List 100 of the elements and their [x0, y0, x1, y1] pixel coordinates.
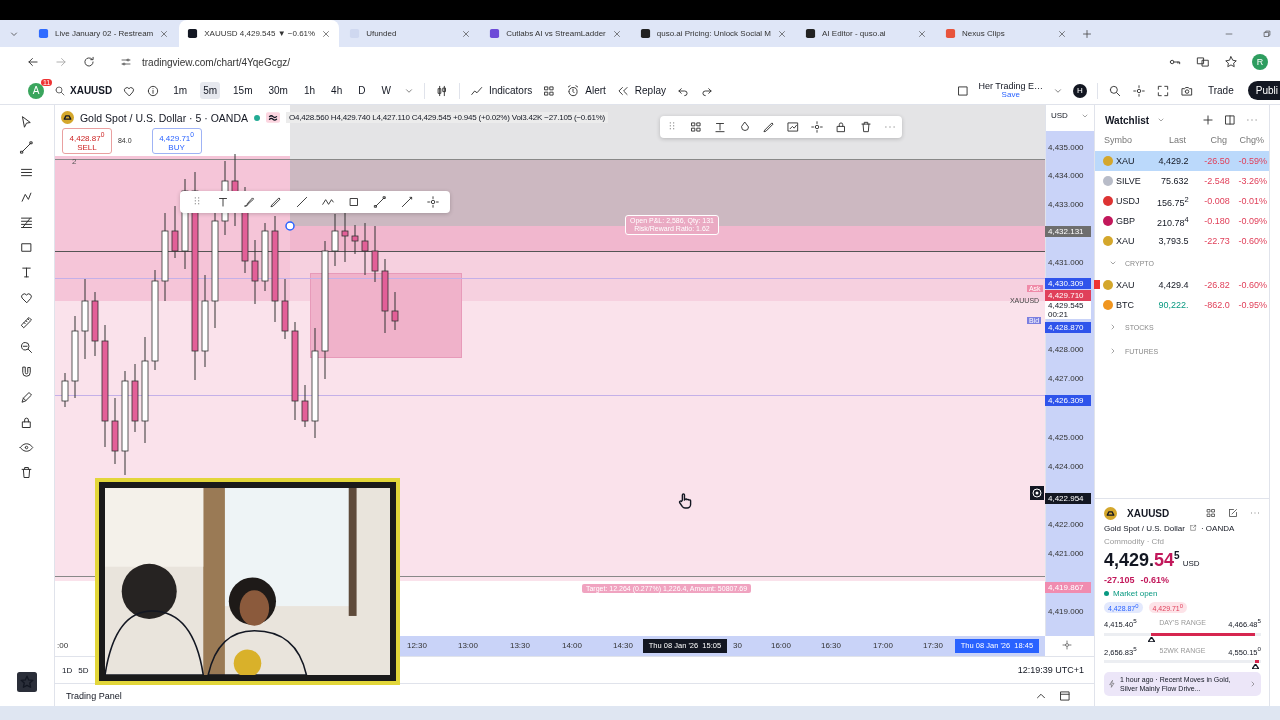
- chart-edit-icon[interactable]: [786, 120, 800, 134]
- watchlist-row[interactable]: BTC 90,222. -862.0 -0.95%: [1095, 295, 1269, 315]
- interval-button[interactable]: 4h: [328, 82, 346, 99]
- publish-button[interactable]: Publi: [1247, 81, 1280, 100]
- close-icon[interactable]: [1057, 28, 1068, 39]
- search-icon: [54, 84, 66, 97]
- address-bar[interactable]: tradingview.com/chart/4YqeGcgz/: [110, 51, 1154, 73]
- interval-button[interactable]: D: [355, 82, 369, 99]
- line-tool-icon[interactable]: [294, 195, 309, 209]
- close-icon[interactable]: [321, 28, 332, 39]
- browser-tab[interactable]: Nexus Clips: [937, 20, 1076, 47]
- pen-icon[interactable]: [268, 195, 283, 209]
- info-icon[interactable]: [146, 83, 161, 98]
- column-header[interactable]: Chg%: [1226, 135, 1264, 145]
- fullscreen-icon[interactable]: [1156, 83, 1170, 98]
- candle: [301, 384, 309, 428]
- interval-button[interactable]: 15m: [230, 82, 256, 99]
- clock: 12:19:39 UTC+1: [1017, 665, 1084, 675]
- text-icon[interactable]: [713, 120, 728, 134]
- pencil-icon[interactable]: [19, 390, 35, 405]
- anchor-handle[interactable]: [284, 221, 295, 231]
- trash-icon[interactable]: [858, 120, 873, 134]
- trading-panel-tab[interactable]: Trading Panel: [59, 690, 128, 702]
- browser-tab[interactable]: XAUUSD 4,429.545 ▼ −0.61%: [179, 20, 340, 47]
- browser-tab[interactable]: AI Editor - quso.ai: [797, 20, 936, 47]
- settings-icon[interactable]: [425, 195, 440, 209]
- browser-tab[interactable]: Live January 02 - Restream: [30, 20, 178, 47]
- interval-button[interactable]: 5m: [200, 82, 221, 99]
- translate-icon[interactable]: [1196, 55, 1210, 69]
- trend-line-icon[interactable]: [19, 140, 35, 155]
- restore-icon[interactable]: [1262, 28, 1272, 39]
- candle: [371, 225, 379, 283]
- star-icon[interactable]: [1224, 55, 1238, 69]
- change-percent: -0.60%: [1237, 236, 1268, 246]
- maximize-icon[interactable]: [1058, 689, 1072, 703]
- add-icon[interactable]: [1201, 113, 1215, 127]
- interval-button[interactable]: 1h: [300, 82, 319, 99]
- sell-button[interactable]: 4,428.87$^{0}$ SELL: [61, 128, 112, 154]
- watchlist-row[interactable]: XAU 3,793.5 -22.73 -0.60%: [1095, 231, 1269, 251]
- grid-icon[interactable]: [1205, 507, 1217, 520]
- trade-button[interactable]: Trade: [1204, 85, 1238, 96]
- column-header[interactable]: Chg: [1185, 135, 1227, 145]
- interval-button[interactable]: W: [378, 82, 394, 99]
- template-icon[interactable]: [689, 120, 704, 134]
- chart-title[interactable]: Gold Spot / U.S. Dollar · 5 · OANDA: [79, 111, 248, 124]
- quick-search-icon[interactable]: [1108, 83, 1122, 98]
- legend-toggle[interactable]: 2: [71, 157, 77, 166]
- indicators-button[interactable]: Indicators: [469, 83, 533, 98]
- new-tab-icon[interactable]: [1081, 27, 1094, 40]
- close-icon[interactable]: [611, 28, 622, 39]
- instrument-name[interactable]: Gold Spot / U.S. Dollar: [1104, 523, 1185, 533]
- interval-button[interactable]: 1m: [170, 82, 191, 99]
- site-info-icon[interactable]: [120, 56, 132, 68]
- watchlist-row[interactable]: XAU 4,429.2 -26.50 -0.59%: [1095, 151, 1269, 171]
- watchlist-row[interactable]: USDJ 156.75$^{2}$ -0.008 -0.01%: [1095, 191, 1269, 211]
- user-avatar[interactable]: H: [1073, 83, 1087, 98]
- price-label: 4,434.000: [1047, 171, 1085, 181]
- close-icon[interactable]: [917, 28, 928, 39]
- watchlist-row[interactable]: GBP 210.78$^{4}$ -0.180 -0.09%: [1095, 211, 1269, 231]
- interval-button[interactable]: 30m: [265, 82, 291, 99]
- columns-icon[interactable]: [1223, 113, 1237, 127]
- close-icon[interactable]: [461, 28, 472, 39]
- browser-tab[interactable]: Cutlabs AI vs StreamLadder: [481, 20, 630, 47]
- range-button[interactable]: 1D: [58, 663, 76, 677]
- column-header[interactable]: Last: [1143, 135, 1186, 145]
- brush-icon[interactable]: [242, 195, 257, 209]
- reload-icon[interactable]: [82, 55, 96, 69]
- alert-button[interactable]: Alert: [566, 83, 606, 98]
- settings-icon[interactable]: [810, 120, 825, 134]
- time-label: 16:00: [770, 641, 791, 650]
- fib-icon[interactable]: [19, 215, 35, 230]
- pen-icon[interactable]: [761, 120, 776, 134]
- buy-button[interactable]: 4,429.71$^{0}$ BUY: [151, 128, 202, 154]
- watchlist-row[interactable]: XAU 4,429.4 -26.82 -0.60%: [1095, 275, 1269, 295]
- back-icon[interactable]: [26, 55, 40, 69]
- line-tool-icon[interactable]: [399, 195, 414, 209]
- edit-icon[interactable]: [1227, 507, 1239, 520]
- rectangle-icon[interactable]: [19, 240, 35, 255]
- zoom-icon[interactable]: [19, 340, 35, 355]
- symbol-search[interactable]: XAUUSD: [54, 84, 113, 97]
- templates-icon[interactable]: [542, 83, 557, 98]
- browser-tab[interactable]: Ufunded: [341, 20, 480, 47]
- close-icon[interactable]: [159, 28, 170, 39]
- eye-icon[interactable]: [19, 440, 35, 455]
- settings-icon[interactable]: [1132, 83, 1146, 98]
- replay-button[interactable]: Replay: [615, 83, 666, 98]
- close-icon[interactable]: [777, 28, 788, 39]
- symbol-name[interactable]: XAUUSD: [1127, 507, 1170, 519]
- checkbox-icon[interactable]: [956, 83, 971, 98]
- change-value: -27.105: [1104, 574, 1135, 585]
- range-button[interactable]: 5D: [75, 663, 92, 677]
- last-price: 210.78$^{4}$: [1155, 214, 1189, 228]
- layout-menu[interactable]: Her Trading E… Save: [978, 82, 1043, 99]
- browser-tab[interactable]: quso.ai Pricing: Unlock Social M: [631, 20, 796, 47]
- watchlist-row[interactable]: SILVE 75.632 -2.548 -3.26%: [1095, 171, 1269, 191]
- column-header[interactable]: Symbo: [1104, 135, 1144, 145]
- heart-icon[interactable]: [19, 290, 35, 305]
- ruler-icon[interactable]: [19, 315, 35, 330]
- watchlist-title[interactable]: Watchlist: [1105, 114, 1150, 126]
- trend-line-icon[interactable]: [373, 195, 388, 209]
